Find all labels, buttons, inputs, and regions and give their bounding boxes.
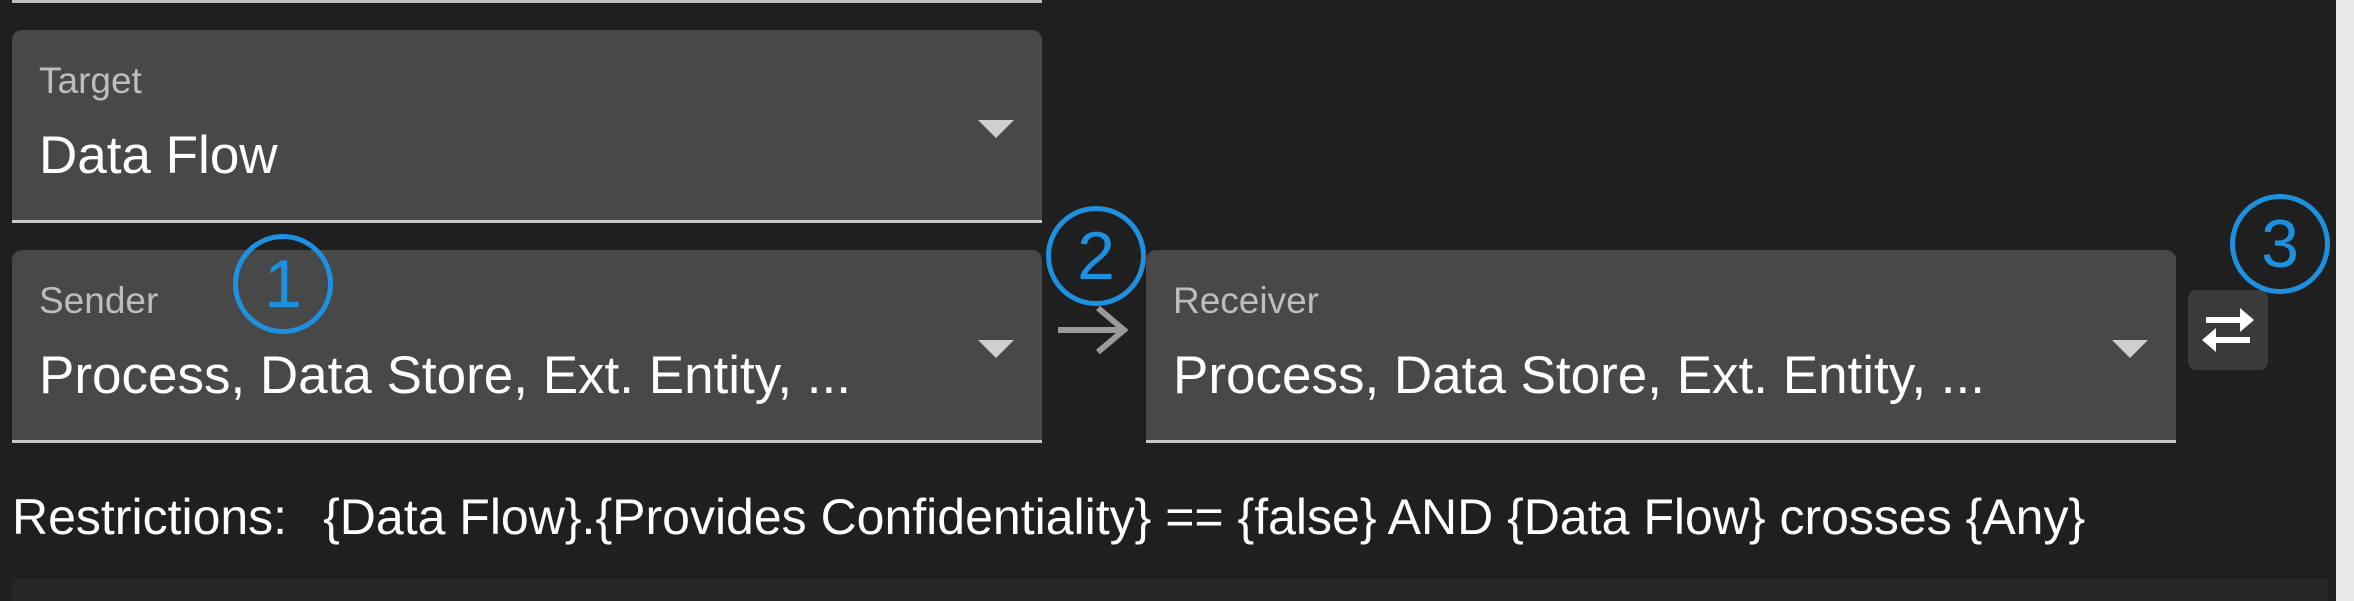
caret-down-icon (2112, 340, 2148, 358)
divider-line (12, 0, 1042, 3)
receiver-value: Process, Data Store, Ext. Entity, ... (1173, 346, 1985, 405)
sender-value: Process, Data Store, Ext. Entity, ... (39, 346, 851, 405)
target-select[interactable]: Target Data Flow (12, 30, 1042, 223)
restrictions-label: Restrictions: (12, 489, 288, 545)
restrictions-text: {Data Flow}.{Provides Confidentiality} =… (323, 489, 2086, 545)
sender-label: Sender (39, 280, 159, 321)
caret-down-icon (978, 120, 1014, 138)
target-value: Data Flow (39, 126, 278, 185)
bottom-panel (12, 578, 2328, 601)
callout-marker-2: 2 (1046, 206, 1146, 306)
swap-horizontal-icon (2202, 308, 2254, 352)
receiver-select[interactable]: Receiver Process, Data Store, Ext. Entit… (1146, 250, 2176, 443)
sender-select[interactable]: Sender Process, Data Store, Ext. Entity,… (12, 250, 1042, 443)
callout-marker-1: 1 (233, 234, 333, 334)
restrictions-line: Restrictions: {Data Flow}.{Provides Confi… (12, 488, 2085, 546)
callout-marker-3: 3 (2230, 194, 2330, 294)
receiver-label: Receiver (1173, 280, 1319, 321)
scrollbar[interactable] (2336, 0, 2354, 601)
target-label: Target (39, 60, 142, 101)
caret-down-icon (978, 340, 1014, 358)
swap-button[interactable] (2188, 290, 2268, 370)
arrow-right-icon (1058, 305, 1129, 355)
